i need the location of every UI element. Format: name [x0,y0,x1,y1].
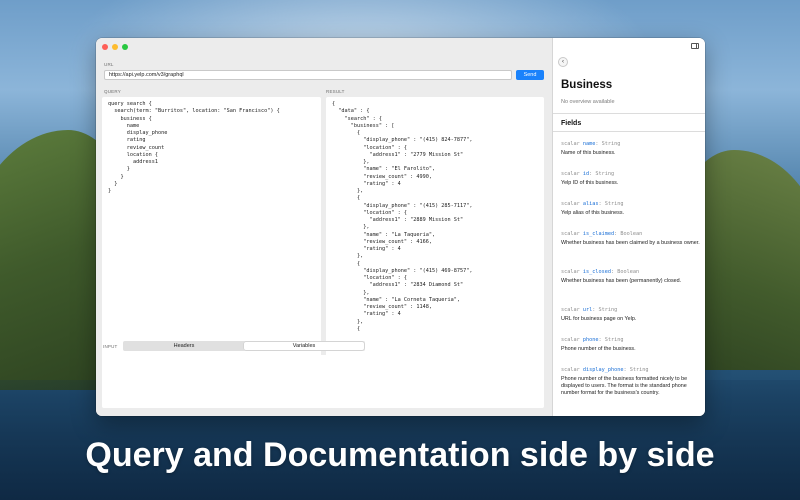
field-name[interactable]: url [583,307,592,313]
send-button[interactable]: Send [516,70,544,80]
field-description: Whether business has been claimed by a b… [561,240,700,246]
field-type: Boolean [620,231,643,237]
fields-heading: Fields [561,120,582,127]
field-description: Phone number of the business formatted n… [561,376,688,397]
window-controls [102,44,128,50]
field-name[interactable]: phone [583,337,599,343]
field-type: String [601,141,621,147]
field-kind: scalar [561,231,580,237]
field-type: Boolean [617,269,640,275]
field-signature: scalar id: String [561,171,615,177]
close-window-button[interactable] [102,44,108,50]
field-name[interactable]: display_phone [583,367,624,373]
field-type: String [604,337,624,343]
minimize-window-button[interactable] [112,44,118,50]
query-editor[interactable]: query search { search(term: "Burritos", … [102,97,321,371]
field-description: Phone number of the business. [561,346,636,352]
field-item[interactable]: scalar phone: String Phone number of the… [561,337,701,353]
field-type: String [595,171,615,177]
field-description: Yelp ID of this business. [561,180,619,186]
field-name[interactable]: alias [583,201,599,207]
zoom-window-button[interactable] [122,44,128,50]
field-kind: scalar [561,367,580,373]
field-description: Name of this business. [561,150,616,156]
input-tabs: Headers Variables [123,341,365,351]
field-name[interactable]: name [583,141,596,147]
field-signature: scalar is_closed: Boolean [561,269,640,275]
input-label: INPUT [103,344,118,349]
field-description: URL for business page on Yelp. [561,316,637,322]
field-kind: scalar [561,141,580,147]
field-item[interactable]: scalar url: String URL for business page… [561,307,701,323]
field-type: String [629,367,649,373]
query-label: QUERY [104,89,121,94]
field-signature: scalar name: String [561,141,621,147]
field-signature: scalar is_claimed: Boolean [561,231,643,237]
field-kind: scalar [561,201,580,207]
field-name[interactable]: id [583,171,589,177]
marketing-caption: Query and Documentation side by side [85,436,715,474]
field-item[interactable]: scalar display_phone: String Phone numbe… [561,367,701,398]
field-item[interactable]: scalar name: String Name of this busines… [561,141,701,157]
field-type: String [604,201,624,207]
field-signature: scalar display_phone: String [561,367,649,373]
field-item[interactable]: scalar alias: String Yelp alias of this … [561,201,701,217]
url-input[interactable]: https://api.yelp.com/v3/graphql [104,70,512,80]
sidebar-toggle-icon[interactable] [691,43,699,49]
field-kind: scalar [561,171,580,177]
field-description: Yelp alias of this business. [561,210,625,216]
field-signature: scalar alias: String [561,201,624,207]
tab-headers[interactable]: Headers [124,342,244,350]
field-item[interactable]: scalar id: String Yelp ID of this busine… [561,171,701,187]
doc-overview: No overview available [561,99,615,105]
field-item[interactable]: scalar is_closed: Boolean Whether busine… [561,269,701,285]
field-item[interactable]: scalar is_claimed: Boolean Whether busin… [561,231,701,247]
field-type: String [598,307,618,313]
editor-pane: URL https://api.yelp.com/v3/graphql Send… [96,38,552,416]
field-name[interactable]: is_closed [583,269,611,275]
field-description: Whether business has been (permanently) … [561,278,682,284]
result-viewer[interactable]: { "data" : { "search" : { "business" : [… [326,97,544,371]
url-label: URL [104,62,114,67]
tab-variables[interactable]: Variables [244,342,364,350]
divider [553,113,705,114]
documentation-pane: ‹ Business No overview available Fields … [552,38,705,416]
app-window: URL https://api.yelp.com/v3/graphql Send… [96,38,705,416]
doc-title: Business [561,79,613,91]
field-name[interactable]: is_claimed [583,231,614,237]
variables-editor[interactable] [102,355,544,408]
back-button[interactable]: ‹ [558,57,568,67]
divider [553,131,705,132]
result-label: RESULT [326,89,345,94]
field-kind: scalar [561,307,580,313]
field-kind: scalar [561,269,580,275]
field-signature: scalar url: String [561,307,618,313]
field-kind: scalar [561,337,580,343]
field-signature: scalar phone: String [561,337,624,343]
